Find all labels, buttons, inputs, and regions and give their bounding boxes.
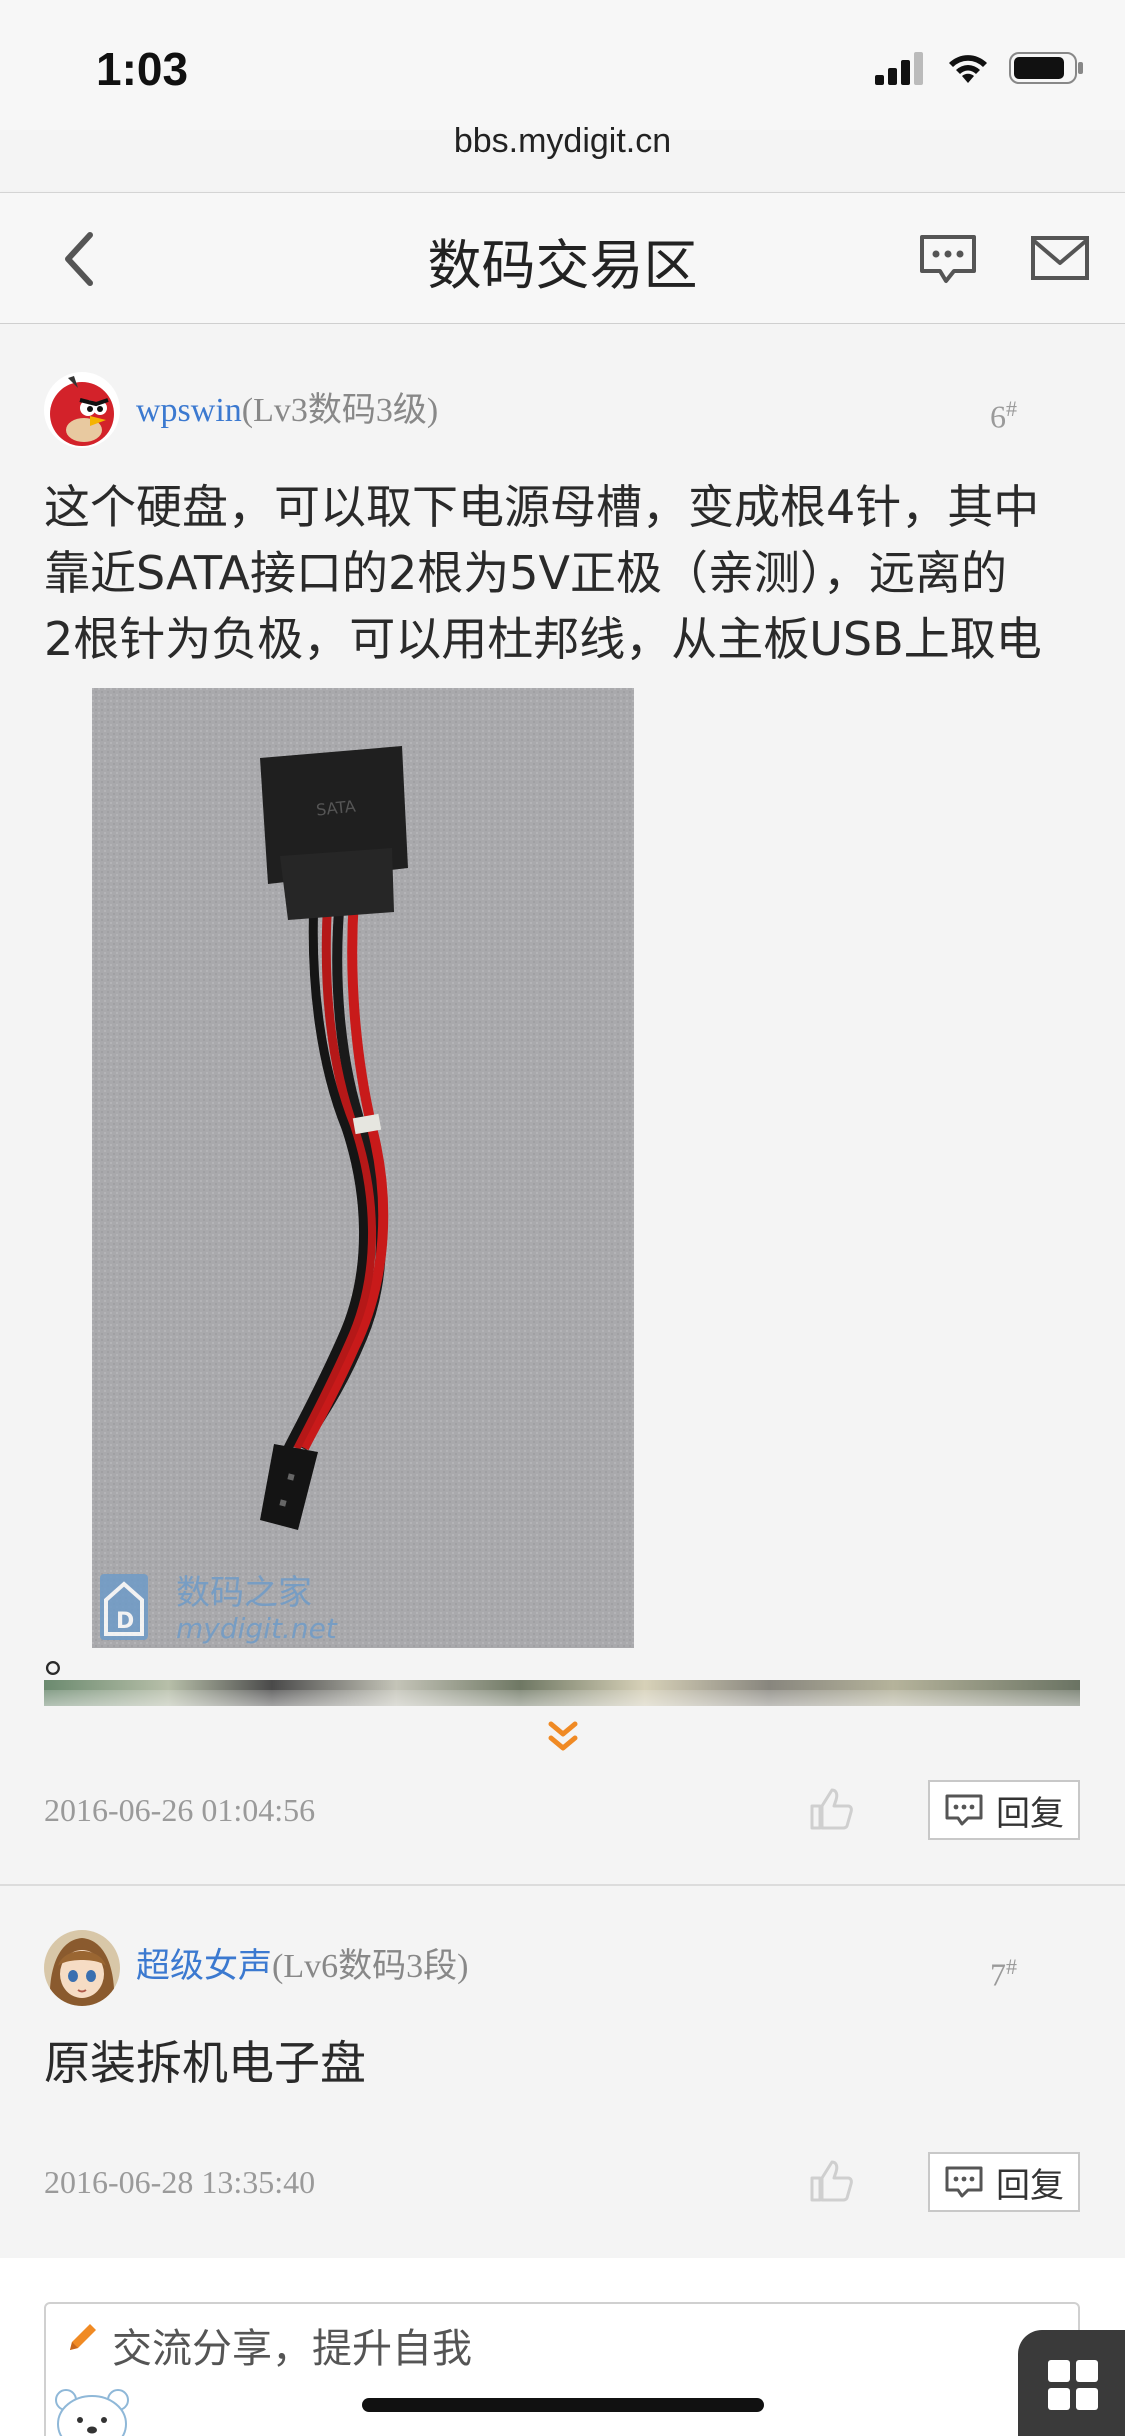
bear-emoji-icon[interactable] xyxy=(50,2384,134,2436)
status-time: 1:03 xyxy=(96,43,189,95)
content-line: 这个硬盘，可以取下电源母槽，变成根4针，其中 xyxy=(44,480,1040,534)
like-icon[interactable] xyxy=(806,2156,856,2206)
post-timestamp: 2016-06-28 13:35:40 xyxy=(44,2164,316,2200)
post-divider xyxy=(0,1884,1125,1886)
home-indicator[interactable] xyxy=(362,2398,764,2412)
nav-bar: 数码交易区 xyxy=(0,192,1125,324)
username-link[interactable]: wpswin xyxy=(136,392,242,429)
expand-chevron-icon[interactable] xyxy=(545,1718,581,1758)
reply-input-placeholder[interactable]: 交流分享，提升自我 xyxy=(112,2316,472,2374)
signal-icon xyxy=(875,52,923,85)
grid-icon xyxy=(1048,2360,1098,2410)
content-line: 靠近SATA接口的2根为5V正极（亲测），远离的 xyxy=(44,546,1007,600)
content-line: 2根针为负极，可以用杜邦线，从主板USB上取电 xyxy=(44,612,1042,666)
watermark-url: mydigit.net xyxy=(176,1612,338,1645)
battery-icon xyxy=(1009,52,1083,84)
reply-button[interactable]: 回复 xyxy=(928,2152,1080,2212)
post-author: wpswin(Lv3数码3级) xyxy=(136,382,438,431)
content-tail: 。 xyxy=(44,1630,90,1682)
username-link[interactable]: 超级女声 xyxy=(136,1948,272,1985)
comment-icon[interactable] xyxy=(918,229,978,289)
content-line: 原装拆机电子盘 xyxy=(44,2036,366,2090)
post-content: 原装拆机电子盘 xyxy=(44,2030,1084,2096)
floor-number: 6# xyxy=(990,396,1017,435)
sata-cable-photo: SATA D 数码之家 mydigit.net xyxy=(92,688,634,1648)
anime-girl-avatar-icon xyxy=(44,1930,120,2006)
grid-menu-button[interactable] xyxy=(1018,2330,1125,2436)
user-level: (Lv6数码3段) xyxy=(272,1948,469,1985)
reply-label: 回复 xyxy=(996,2165,1064,2206)
post-timestamp: 2016-06-26 01:04:56 xyxy=(44,1792,316,1828)
user-level: (Lv3数码3级) xyxy=(241,392,439,429)
mail-icon[interactable] xyxy=(1030,233,1090,283)
post-image[interactable]: SATA D 数码之家 mydigit.net xyxy=(92,688,634,1648)
angry-bird-avatar-icon xyxy=(44,372,120,448)
like-icon[interactable] xyxy=(806,1784,856,1834)
url-bar[interactable]: bbs.mydigit.cn xyxy=(0,122,1125,161)
wifi-icon xyxy=(949,55,987,83)
post-content: 这个硬盘，可以取下电源母槽，变成根4针，其中 靠近SATA接口的2根为5V正极（… xyxy=(44,474,1084,672)
reply-button[interactable]: 回复 xyxy=(928,1780,1080,1840)
status-bar: 1:03 bbs.mydigit.cn xyxy=(0,0,1125,160)
status-icons xyxy=(875,50,1085,86)
avatar[interactable] xyxy=(44,1930,120,2006)
post-author: 超级女声(Lv6数码3段) xyxy=(136,1938,468,1987)
svg-text:D: D xyxy=(116,1609,134,1634)
pencil-icon xyxy=(70,2324,96,2350)
avatar[interactable] xyxy=(44,372,120,448)
reply-label: 回复 xyxy=(996,1793,1064,1834)
floor-number: 7# xyxy=(990,1954,1017,1993)
comment-icon xyxy=(945,1794,983,1826)
watermark-title: 数码之家 xyxy=(176,1573,312,1613)
comment-icon xyxy=(945,2166,983,2198)
